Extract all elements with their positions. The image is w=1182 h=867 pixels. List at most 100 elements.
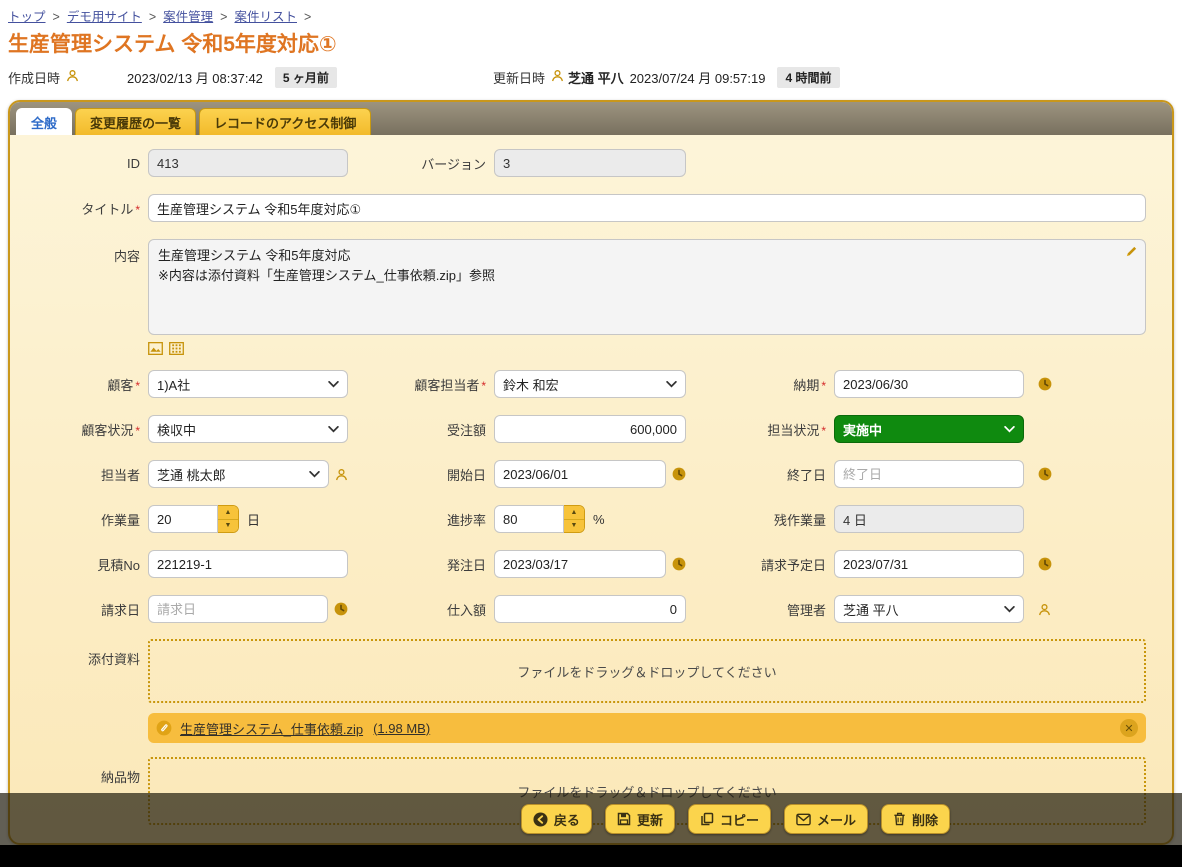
user-icon	[551, 69, 564, 85]
deliverables-label: 納品物	[10, 757, 140, 786]
clock-icon[interactable]	[672, 557, 686, 571]
breadcrumb-link-case-list[interactable]: 案件リスト	[234, 10, 297, 24]
breadcrumb: トップ>デモ用サイト>案件管理>案件リスト>	[8, 6, 318, 25]
manager-select[interactable]: 芝通 平八	[834, 595, 1024, 623]
workload-label: 作業量	[10, 510, 140, 529]
insert-image-icon[interactable]	[148, 342, 163, 358]
attachments-dropzone[interactable]: ファイルをドラッグ＆ドロップしてください	[148, 639, 1146, 703]
tab-bar: 全般 変更履歴の一覧 レコードのアクセス制御	[10, 102, 1172, 135]
progress-field[interactable]	[494, 505, 564, 533]
start-date-label: 開始日	[356, 465, 486, 484]
person-icon[interactable]	[1038, 603, 1051, 616]
stepper-up-icon[interactable]: ▲	[564, 506, 584, 520]
back-button-label: 戻る	[554, 810, 580, 829]
delete-button[interactable]: 削除	[881, 804, 950, 834]
end-date-field[interactable]	[834, 460, 1024, 488]
breadcrumb-link-case-management[interactable]: 案件管理	[163, 10, 213, 24]
clock-icon[interactable]	[334, 602, 348, 616]
customer-contact-select[interactable]: 鈴木 和宏	[494, 370, 686, 398]
clock-icon[interactable]	[1038, 377, 1052, 391]
customer-status-select[interactable]: 検収中	[148, 415, 348, 443]
order-date-label: 発注日	[356, 555, 486, 574]
updated-at-label: 更新日時	[493, 68, 545, 87]
record-meta: 作成日時 2023/02/13 月 08:37:42 5 ヶ月前 更新日時 芝通…	[8, 66, 1168, 88]
clock-icon[interactable]	[1038, 467, 1052, 481]
copy-button[interactable]: コピー	[688, 804, 771, 834]
billing-date-field[interactable]	[148, 595, 328, 623]
billing-plan-date-field[interactable]	[834, 550, 1024, 578]
start-date-field[interactable]	[494, 460, 666, 488]
breadcrumb-separator: >	[220, 10, 227, 24]
attachment-file-row: 生産管理システム_仕事依頼.zip (1.98 MB) ✕	[148, 713, 1146, 743]
stepper-up-icon[interactable]: ▲	[218, 506, 238, 520]
mail-button[interactable]: メール	[784, 804, 868, 834]
version-label: バージョン	[356, 154, 486, 173]
assignee-status-select-value: 実施中	[843, 420, 1004, 439]
order-date-field[interactable]	[494, 550, 666, 578]
customer-status-label: 顧客状況	[10, 420, 140, 439]
customer-status-select-value: 検収中	[157, 420, 328, 439]
breadcrumb-separator: >	[304, 10, 311, 24]
tab-record-access-control[interactable]: レコードのアクセス制御	[199, 108, 371, 135]
progress-label: 進捗率	[356, 510, 486, 529]
created-ago-badge: 5 ヶ月前	[275, 67, 337, 88]
created-at-label: 作成日時	[8, 68, 60, 87]
page-title: 生産管理システム 令和5年度対応①	[8, 28, 337, 58]
insert-video-icon[interactable]	[169, 342, 184, 358]
breadcrumb-separator: >	[149, 10, 156, 24]
back-button[interactable]: 戻る	[521, 804, 592, 834]
attachment-file-link[interactable]: 生産管理システム_仕事依頼.zip (1.98 MB)	[180, 719, 430, 738]
copy-icon	[700, 812, 714, 826]
purchase-amount-label: 仕入額	[356, 600, 486, 619]
clock-icon[interactable]	[1038, 557, 1052, 571]
edit-pencil-icon[interactable]	[1125, 245, 1138, 261]
due-date-field[interactable]	[834, 370, 1024, 398]
progress-stepper[interactable]: ▲▼	[564, 505, 585, 533]
remaining-workload-field	[834, 505, 1024, 533]
billing-date-label: 請求日	[10, 600, 140, 619]
billing-plan-date-label: 請求予定日	[694, 555, 826, 574]
description-field[interactable]: 生産管理システム 令和5年度対応 ※内容は添付資料「生産管理システム_仕事依頼.…	[148, 239, 1146, 335]
customer-contact-select-value: 鈴木 和宏	[503, 375, 666, 394]
description-label: 内容	[10, 239, 140, 338]
breadcrumb-link-top[interactable]: トップ	[8, 10, 46, 24]
attachment-file-size: (1.98 MB)	[373, 721, 430, 736]
clock-icon[interactable]	[672, 467, 686, 481]
workload-field[interactable]	[148, 505, 218, 533]
tab-change-history[interactable]: 変更履歴の一覧	[75, 108, 196, 135]
order-amount-field[interactable]	[494, 415, 686, 443]
back-arrow-icon	[533, 812, 548, 827]
workload-stepper[interactable]: ▲▼	[218, 505, 239, 533]
stepper-down-icon[interactable]: ▼	[218, 520, 238, 533]
trash-icon	[893, 812, 906, 826]
description-tools	[148, 342, 1172, 358]
id-field[interactable]	[148, 149, 348, 177]
tab-general[interactable]: 全般	[16, 108, 72, 135]
breadcrumb-link-demo-site[interactable]: デモ用サイト	[67, 10, 142, 24]
order-amount-label: 受注額	[356, 420, 486, 439]
manager-select-value: 芝通 平八	[843, 600, 1004, 619]
assignee-select[interactable]: 芝通 桃太郎	[148, 460, 329, 488]
due-date-label: 納期	[694, 375, 826, 394]
update-button[interactable]: 更新	[605, 804, 675, 834]
assignee-status-select[interactable]: 実施中	[834, 415, 1024, 443]
mail-button-label: メール	[817, 810, 856, 829]
version-field[interactable]	[494, 149, 686, 177]
person-icon[interactable]	[335, 468, 348, 481]
progress-unit: %	[593, 512, 605, 527]
purchase-amount-field[interactable]	[494, 595, 686, 623]
created-at-value: 2023/02/13 月 08:37:42	[127, 68, 263, 87]
remove-attachment-icon[interactable]: ✕	[1120, 719, 1138, 737]
customer-contact-label: 顧客担当者	[356, 375, 486, 394]
workload-unit: 日	[247, 510, 260, 529]
customer-select[interactable]: 1)A社	[148, 370, 348, 398]
title-field[interactable]	[148, 194, 1146, 222]
assignee-status-label: 担当状況	[694, 420, 826, 439]
save-icon	[617, 812, 631, 826]
id-label: ID	[10, 156, 140, 171]
record-panel: 全般 変更履歴の一覧 レコードのアクセス制御 ID バージョン タイトル 内容 …	[8, 100, 1174, 845]
quote-no-label: 見積No	[10, 555, 140, 574]
stepper-down-icon[interactable]: ▼	[564, 520, 584, 533]
assignee-label: 担当者	[10, 465, 140, 484]
quote-no-field[interactable]	[148, 550, 348, 578]
